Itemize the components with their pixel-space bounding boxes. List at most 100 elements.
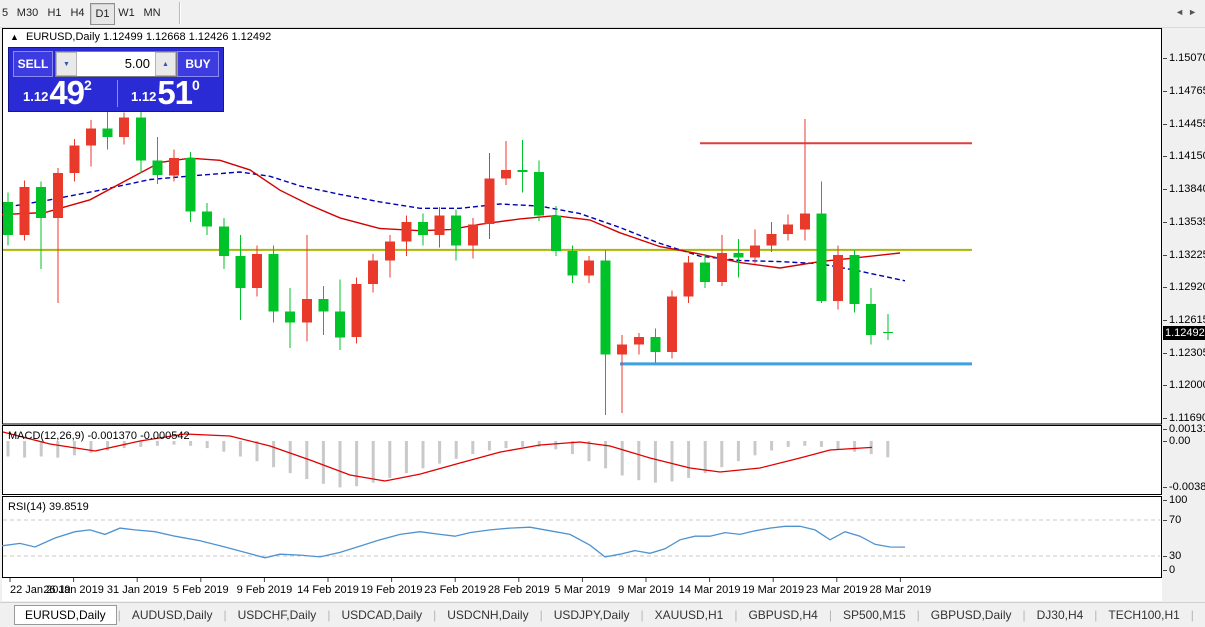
candle-body: [467, 224, 478, 246]
timeframe-button-h1[interactable]: H1: [44, 3, 65, 23]
buy-price-display[interactable]: 1.12 51 0: [131, 73, 200, 109]
candle-body: [733, 253, 744, 258]
candle-body: [19, 187, 30, 235]
chart-tab-eurusd-daily[interactable]: EURUSD,Daily: [14, 605, 117, 625]
candle-body: [152, 160, 163, 176]
rsi-axis-label: 100: [1169, 494, 1188, 506]
axis-tick-mark: [1163, 189, 1167, 190]
axis-tick-mark: [1163, 520, 1167, 521]
timeframe-button-5[interactable]: 5: [0, 3, 10, 23]
candle-body: [816, 213, 827, 301]
axis-tick-mark: [1163, 156, 1167, 157]
price-axis-label: 1.12000: [1169, 379, 1205, 391]
ohlc-high: 1.12668: [145, 31, 186, 43]
price-axis-label: 1.13535: [1169, 216, 1205, 228]
tab-scroll-left-icon[interactable]: ◄: [1175, 7, 1188, 17]
axis-tick-mark: [1163, 255, 1167, 256]
chart-tab-usdchf-daily[interactable]: USDCHF,Daily: [228, 606, 327, 624]
ohlc-open: 1.12499: [103, 31, 143, 43]
collapse-triangle-icon[interactable]: ▲: [10, 32, 19, 42]
candle-body: [866, 304, 877, 336]
sell-price-prefix: 1.12: [23, 89, 49, 104]
candles-layer: [3, 107, 893, 415]
macd-layer: [6, 441, 890, 488]
date-axis-label: 14 Mar 2019: [679, 584, 741, 596]
candle-body: [833, 255, 843, 301]
candle-body: [633, 337, 644, 345]
candle-body: [202, 211, 213, 227]
axis-tick-mark: [1163, 287, 1167, 288]
candle-body: [451, 215, 462, 246]
tab-scroll-arrows: ◄►: [1175, 7, 1201, 17]
price-axis-label: 1.14150: [1169, 150, 1205, 162]
timeframe-button-d1[interactable]: D1: [90, 3, 115, 25]
chart-tab-usdcnh-daily[interactable]: USDCNH,Daily: [437, 606, 538, 624]
candle-body: [667, 296, 677, 353]
chart-ohlc-header: ▲ EURUSD,Daily 1.12499 1.12668 1.12426 1…: [10, 31, 271, 43]
chart-tab-ui[interactable]: UI: [1195, 606, 1205, 624]
axis-tick-mark: [1163, 556, 1167, 557]
candle-body: [882, 332, 893, 333]
candle-body: [750, 245, 760, 258]
candle-body: [567, 250, 578, 276]
macd-axis-label: -0.00386: [1169, 481, 1205, 493]
chart-tab-audusd-daily[interactable]: AUDUSD,Daily: [122, 606, 223, 624]
candle-body: [185, 158, 196, 212]
candle-body: [86, 128, 96, 146]
timeframe-button-m30[interactable]: M30: [13, 3, 42, 23]
sell-price-sup: 2: [84, 77, 92, 93]
sell-price-display[interactable]: 1.12 49 2: [23, 73, 92, 109]
candle-body: [617, 344, 628, 355]
timeframe-toolbar: 5 M30 H1 H4 D1 W1 MN: [0, 0, 1205, 28]
candle-body: [235, 256, 246, 289]
timeframe-button-mn[interactable]: MN: [140, 3, 164, 23]
price-axis[interactable]: 1.15070 1.14765 1.14455 1.14150 1.13840 1.135…: [1163, 28, 1205, 601]
axis-tick-mark: [1163, 487, 1167, 488]
rsi-line: [2, 525, 906, 559]
chart-tab-usdjpy-daily[interactable]: USDJPY,Daily: [544, 606, 640, 624]
candle-body: [550, 215, 561, 251]
axis-tick-mark: [1163, 222, 1167, 223]
candle-body: [501, 169, 511, 179]
axis-tick-mark: [1163, 500, 1167, 501]
chart-symbol-label: EURUSD,Daily: [25, 31, 100, 43]
candle-body: [218, 226, 229, 257]
price-axis-label: 1.13225: [1169, 249, 1205, 261]
date-axis-label: 31 Jan 2019: [107, 584, 168, 596]
chart-tab-tech100-h1[interactable]: TECH100,H1: [1098, 606, 1189, 624]
date-axis-label: 28 Mar 2019: [870, 584, 932, 596]
axis-tick-mark: [1163, 441, 1167, 442]
candle-body: [119, 117, 130, 137]
chart-tab-gbpusd-h4[interactable]: GBPUSD,H4: [738, 606, 827, 624]
chart-tab-sp500-m15[interactable]: SP500,M15: [833, 606, 916, 624]
candle-body: [351, 283, 362, 338]
candle-body: [418, 222, 428, 235]
axis-tick-mark: [1163, 58, 1167, 59]
chart-canvas[interactable]: 22 Jan 2019 26 Jan 2019 31 Jan 2019 5 Feb 2…: [2, 28, 1162, 601]
tab-scroll-right-icon[interactable]: ►: [1188, 7, 1201, 17]
candle-body: [135, 117, 146, 161]
candle-body: [36, 187, 47, 218]
chart-tab-dj30-h4[interactable]: DJ30,H4: [1027, 606, 1094, 624]
axis-tick-mark: [1163, 429, 1167, 430]
macd-axis-label: 0.001313: [1169, 423, 1205, 435]
timeframe-button-h4[interactable]: H4: [67, 3, 88, 23]
chart-tab-gbpusd-daily[interactable]: GBPUSD,Daily: [921, 606, 1022, 624]
date-axis-label: 23 Mar 2019: [806, 584, 868, 596]
price-axis-label: 1.12615: [1169, 314, 1205, 326]
axis-tick-mark: [1163, 353, 1167, 354]
timeframe-button-w1[interactable]: W1: [115, 3, 138, 23]
date-axis-label: 26 Jan 2019: [43, 584, 104, 596]
chart-tab-xauusd-h1[interactable]: XAUUSD,H1: [645, 606, 734, 624]
axis-tick-mark: [1163, 91, 1167, 92]
sell-price-big: 49: [49, 74, 85, 111]
chart-tab-usdcad-daily[interactable]: USDCAD,Daily: [331, 606, 432, 624]
rsi-axis-label: 70: [1169, 514, 1182, 526]
candle-body: [102, 128, 113, 137]
candle-body: [683, 262, 694, 297]
ma-red-line: [2, 157, 901, 269]
date-axis-label: 23 Feb 2019: [424, 584, 486, 596]
date-axis-label: 14 Feb 2019: [297, 584, 359, 596]
candle-body: [335, 311, 345, 338]
chart-svg[interactable]: 22 Jan 201926 Jan 2019 31 Jan 2019 5 Feb 2…: [2, 28, 1162, 601]
